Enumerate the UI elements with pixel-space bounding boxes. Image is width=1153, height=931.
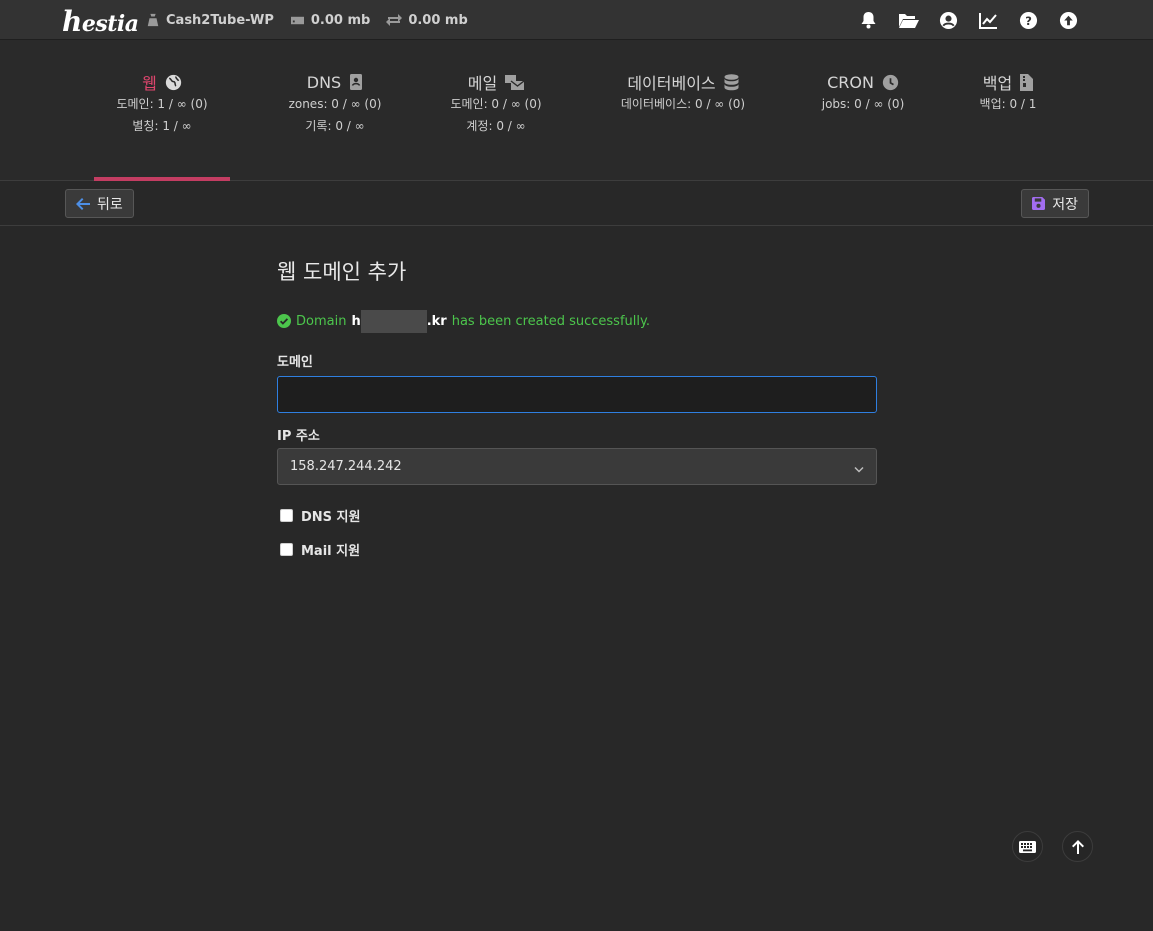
- tab-cron-line-1: jobs: 0 / ∞ (0): [821, 97, 905, 111]
- chart-line-icon[interactable]: [978, 10, 999, 31]
- alert-prefix: Domain: [296, 313, 347, 329]
- ip-address-select[interactable]: 158.247.244.242: [277, 448, 877, 485]
- tab-cron[interactable]: CRON jobs: 0 / ∞ (0): [804, 40, 922, 181]
- username[interactable]: Cash2Tube-WP: [166, 13, 274, 28]
- mail-support-label: Mail 지원: [301, 543, 361, 559]
- domain-label: 도메인: [277, 355, 313, 370]
- hestia-logo[interactable]: hestia: [62, 5, 139, 38]
- mail-bulk-icon: [505, 75, 525, 90]
- tab-backup-line-1: 백업: 0 / 1: [979, 97, 1037, 111]
- tab-backup-title: 백업: [982, 74, 1013, 93]
- domain-input[interactable]: [277, 376, 877, 413]
- tab-cron-title: CRON: [827, 72, 874, 92]
- file-archive-icon: [1020, 73, 1034, 91]
- scroll-to-top-button[interactable]: [1062, 831, 1093, 862]
- floppy-disk-icon: [1032, 197, 1046, 210]
- arrow-up-circle-icon[interactable]: [1058, 10, 1079, 31]
- arrow-up-icon: [1071, 839, 1084, 854]
- keyboard-shortcuts-button[interactable]: [1012, 831, 1043, 862]
- keyboard-icon: [1019, 840, 1036, 853]
- bandwidth-usage: 0.00 mb: [408, 12, 468, 28]
- alert-domain: h .kr: [351, 309, 447, 333]
- alert-suffix: has been created successfully.: [451, 313, 650, 329]
- tab-dns-line-2: 기록: 0 / ∞: [305, 119, 365, 133]
- mail-support-checkbox[interactable]: Mail 지원: [280, 541, 361, 559]
- save-button-label: 저장: [1052, 196, 1078, 213]
- tab-database-line-1: 데이터베이스: 0 / ∞ (0): [620, 97, 746, 111]
- tab-web[interactable]: 웹 도메인: 1 / ∞ (0) 별칭: 1 / ∞: [94, 40, 230, 181]
- tab-mail[interactable]: 메일 도메인: 0 / ∞ (0) 계정: 0 / ∞: [430, 40, 562, 181]
- question-circle-icon[interactable]: ?: [1018, 10, 1039, 31]
- dns-support-label: DNS 지원: [301, 509, 361, 525]
- address-book-icon: [350, 74, 363, 90]
- tab-dns[interactable]: DNS zones: 0 / ∞ (0) 기록: 0 / ∞: [270, 40, 400, 181]
- tab-web-line-2: 별칭: 1 / ∞: [132, 119, 192, 133]
- database-icon: [724, 73, 739, 90]
- back-button[interactable]: 뒤로: [65, 189, 134, 218]
- page-title: 웹 도메인 추가: [277, 260, 407, 284]
- dns-support-checkbox[interactable]: DNS 지원: [280, 507, 361, 525]
- user-circle-icon[interactable]: [938, 10, 959, 31]
- tab-web-title: 웹: [142, 74, 157, 93]
- back-button-label: 뒤로: [97, 196, 123, 213]
- top-bar: hestia Cash2Tube-WP 0.00 mb 0.00 mb ?: [0, 0, 1153, 40]
- tab-mail-line-1: 도메인: 0 / ∞ (0): [450, 97, 542, 111]
- ip-address-value: 158.247.244.242: [290, 459, 402, 474]
- chevron-down-icon: [854, 462, 864, 477]
- ip-address-label: IP 주소: [277, 429, 320, 444]
- exchange-icon: [386, 14, 403, 26]
- tab-database-title: 데이터베이스: [627, 74, 716, 93]
- arrow-left-icon: [76, 197, 90, 210]
- redacted-block: [360, 309, 427, 333]
- tab-dns-title: DNS: [306, 72, 342, 92]
- globe-icon: [165, 74, 182, 90]
- success-alert: Domain h .kr has been created successfull…: [277, 309, 650, 333]
- dns-support-box[interactable]: [280, 508, 293, 522]
- check-circle-icon: [277, 314, 291, 328]
- mail-support-box[interactable]: [280, 542, 293, 556]
- user-tie-icon: [147, 13, 159, 27]
- top-stats: Cash2Tube-WP 0.00 mb 0.00 mb: [146, 10, 468, 30]
- save-button[interactable]: 저장: [1021, 189, 1089, 218]
- tab-web-line-1: 도메인: 1 / ∞ (0): [116, 97, 208, 111]
- top-icons: ?: [858, 9, 1079, 31]
- folder-open-icon[interactable]: [898, 10, 919, 31]
- stats-tabs: 웹 도메인: 1 / ∞ (0) 별칭: 1 / ∞ DNS zones: 0 …: [0, 40, 1153, 181]
- disk-usage: 0.00 mb: [310, 12, 371, 28]
- clock-icon: [882, 74, 899, 90]
- svg-text:?: ?: [1025, 13, 1032, 27]
- tab-database[interactable]: 데이터베이스 데이터베이스: 0 / ∞ (0): [608, 40, 758, 181]
- toolbar: 뒤로 저장: [0, 182, 1153, 226]
- tab-backup[interactable]: 백업 백업: 0 / 1: [962, 40, 1054, 181]
- hdd-icon: [290, 16, 304, 24]
- tab-mail-line-2: 계정: 0 / ∞: [466, 119, 526, 133]
- bell-icon[interactable]: [858, 10, 879, 31]
- tab-dns-line-1: zones: 0 / ∞ (0): [288, 97, 382, 111]
- tab-mail-title: 메일: [467, 74, 498, 93]
